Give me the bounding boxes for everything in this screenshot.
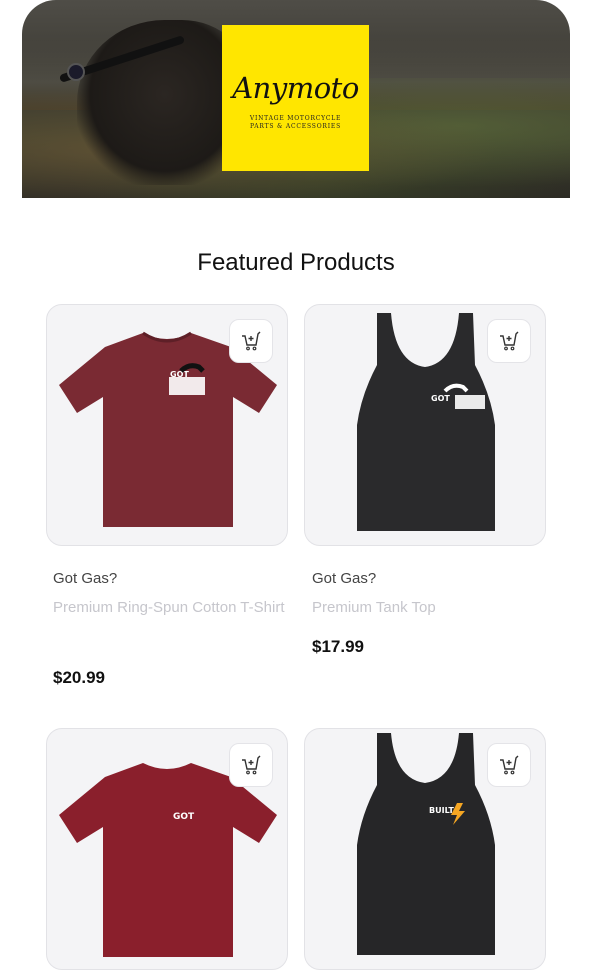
tagline-line-2: PARTS & ACCESSORIES — [249, 123, 341, 130]
add-to-cart-button[interactable] — [487, 743, 531, 787]
svg-text:GOT: GOT — [431, 394, 450, 403]
tagline-line-1: VINTAGE MOTORCYCLE — [249, 115, 342, 122]
mirror — [67, 63, 85, 81]
product-subtitle: Premium Ring-Spun Cotton T-Shirt — [53, 599, 285, 616]
product-price: $20.99 — [53, 668, 105, 687]
add-to-cart-icon — [242, 331, 261, 351]
section-title: Featured Products — [197, 249, 395, 276]
product-price: $17.99 — [312, 637, 364, 656]
add-to-cart-button[interactable] — [229, 743, 273, 787]
brand-wordmark: Anymoto — [232, 71, 359, 105]
product-image-3[interactable]: GOT — [46, 728, 288, 970]
add-to-cart-icon — [500, 331, 519, 351]
brand-tagline: VINTAGE MOTORCYCLE PARTS & ACCESSORIES — [250, 115, 341, 131]
product-name[interactable]: Got Gas? — [312, 570, 376, 587]
product-subtitle: Premium Tank Top — [312, 599, 436, 616]
svg-text:BUILT: BUILT — [429, 806, 454, 815]
add-to-cart-icon — [242, 755, 261, 775]
svg-text:GOT: GOT — [173, 812, 195, 822]
product-image-2[interactable]: GOT — [304, 304, 546, 546]
product-image-1[interactable]: GOT — [46, 304, 288, 546]
add-to-cart-icon — [500, 755, 519, 775]
product-name[interactable]: Got Gas? — [53, 570, 117, 587]
brand-logo[interactable]: Anymoto VINTAGE MOTORCYCLE PARTS & ACCES… — [222, 25, 369, 171]
add-to-cart-button[interactable] — [487, 319, 531, 363]
product-image-4[interactable]: BUILT — [304, 728, 546, 970]
add-to-cart-button[interactable] — [229, 319, 273, 363]
svg-text:GOT: GOT — [170, 370, 189, 379]
